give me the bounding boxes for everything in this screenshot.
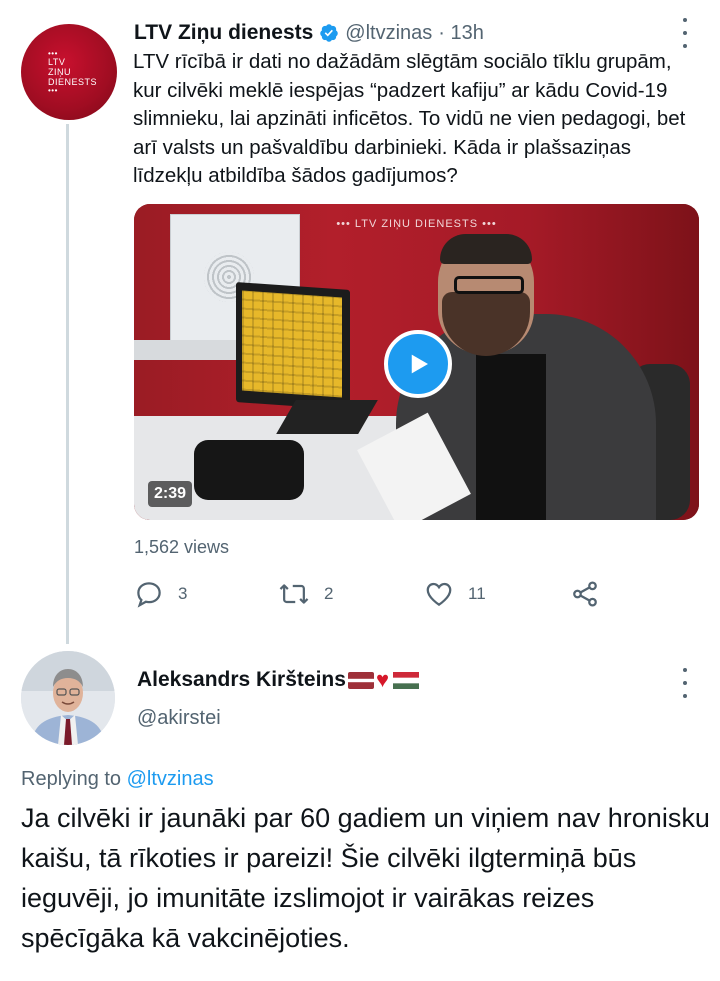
author-name[interactable]: LTV Ziņu dienests bbox=[134, 21, 313, 45]
reply-author-name[interactable]: Aleksandrs Kiršteins bbox=[137, 668, 346, 692]
reply-author-avatar[interactable] bbox=[21, 651, 115, 745]
like-button[interactable]: 11 bbox=[424, 578, 486, 610]
more-options-icon[interactable] bbox=[678, 18, 692, 48]
replying-prefix: Replying to bbox=[21, 768, 127, 790]
reply-header: Aleksandrs Kiršteins ♥ bbox=[137, 665, 419, 695]
tweet-header: LTV Ziņu dienests @ltvzinas · 13h bbox=[134, 18, 484, 48]
retweet-icon bbox=[279, 584, 309, 604]
replying-to: Replying to @ltvzinas bbox=[21, 768, 214, 791]
retweet-count: 2 bbox=[324, 584, 334, 603]
replying-to-link[interactable]: @ltvzinas bbox=[127, 768, 214, 790]
heart-icon bbox=[426, 582, 452, 606]
like-count: 11 bbox=[468, 584, 486, 603]
latvia-flag-icon bbox=[347, 671, 374, 689]
reply-icon bbox=[137, 582, 161, 608]
red-heart-icon: ♥ bbox=[375, 667, 389, 692]
author-handle[interactable]: @ltvzinas bbox=[345, 22, 432, 45]
hungary-flag-icon bbox=[393, 671, 419, 689]
author-avatar[interactable]: ••• LTV ZIŅU DIENESTS ••• bbox=[21, 24, 117, 120]
tweet-actions: 3 2 11 bbox=[134, 578, 604, 610]
tweet-timestamp[interactable]: · 13h bbox=[438, 22, 484, 45]
ltv-logo: ••• LTV ZIŅU DIENESTS ••• bbox=[48, 49, 98, 95]
retweet-button[interactable]: 2 bbox=[278, 578, 333, 610]
reply-more-options-icon[interactable] bbox=[678, 668, 692, 698]
share-icon bbox=[573, 581, 597, 607]
reply-author-handle[interactable]: @akirstei bbox=[137, 707, 221, 730]
play-icon[interactable] bbox=[384, 330, 452, 398]
video-duration: 2:39 bbox=[148, 481, 193, 507]
thread-connector-line bbox=[66, 124, 69, 644]
tweet-text: LTV rīcībā ir dati no dažādām slēgtām so… bbox=[133, 50, 686, 187]
verified-badge-icon bbox=[320, 24, 339, 42]
reply-count: 3 bbox=[178, 584, 188, 603]
video-watermark: ••• LTV ZIŅU DIENESTS ••• bbox=[336, 218, 497, 230]
view-count: 1,562 views bbox=[134, 537, 230, 557]
reply-text: Ja cilvēki ir jaunāki par 60 gadiem un v… bbox=[21, 803, 710, 953]
share-button[interactable] bbox=[570, 578, 600, 610]
reply-button[interactable]: 3 bbox=[134, 578, 187, 610]
